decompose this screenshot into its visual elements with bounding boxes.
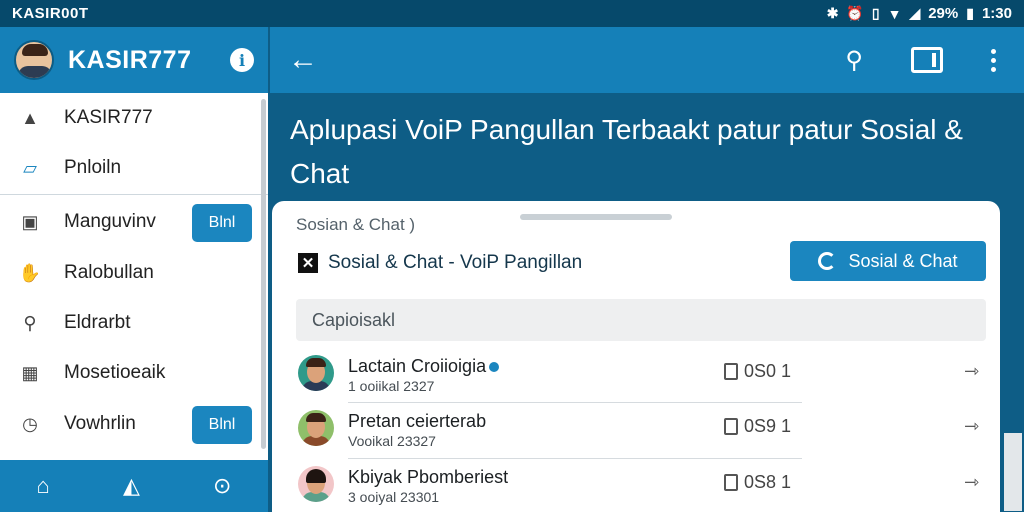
- drawer-item-kasir777[interactable]: ▲ KASIR777: [0, 93, 268, 143]
- breadcrumb[interactable]: Sosian & Chat ): [296, 215, 415, 235]
- drawer-badge-button[interactable]: Blnl: [192, 204, 252, 242]
- drawer-item-label: Ralobullan: [64, 262, 154, 283]
- divider: [348, 402, 802, 403]
- carrier-label: KASIR00T: [12, 5, 89, 22]
- drawer-item-manguvinv[interactable]: ▣ Manguvinv Blnl: [0, 196, 268, 248]
- bag-icon: ▲: [21, 107, 39, 128]
- battery-icon: ▮: [966, 5, 974, 21]
- drawer-item-label: Eldrarbt: [64, 312, 131, 333]
- drawer-title: KASIR777: [68, 45, 192, 74]
- more-vert-icon[interactable]: [991, 48, 996, 72]
- card-subtitle-text: Sosial & Chat - VoiP Pangillan: [328, 252, 583, 273]
- forward-icon[interactable]: ⇾: [964, 361, 979, 382]
- list-item-subtitle: 1 ooiikal 2327: [348, 378, 435, 394]
- page-headline: Aplupasi VoiP Pangullan Terbaakt patur p…: [290, 114, 963, 189]
- divider: [0, 194, 268, 195]
- clock-time: 1:30: [981, 5, 1012, 22]
- app-bar: ← ⚲: [270, 27, 1024, 93]
- search-input[interactable]: [296, 299, 986, 341]
- drag-handle[interactable]: [520, 214, 672, 220]
- forward-icon[interactable]: ⇾: [964, 416, 979, 437]
- drawer-item-label: KASIR777: [64, 107, 153, 128]
- online-status-icon: [489, 362, 500, 373]
- clock-icon: ◷: [22, 413, 38, 434]
- avatar: [298, 355, 334, 391]
- cast-icon[interactable]: [911, 47, 943, 73]
- drawer-scrollbar[interactable]: [261, 99, 266, 449]
- drawer-item-eldrarbt[interactable]: ⚲ Eldrarbt: [0, 298, 268, 348]
- list-item-status: 0S9 1: [724, 416, 791, 437]
- drawer-item-ralobullan[interactable]: ✋ Ralobullan: [0, 248, 268, 298]
- forward-icon[interactable]: ⇾: [964, 472, 979, 493]
- drawer-item-mosetioeaik[interactable]: ▦ Mosetioeaik: [0, 348, 268, 398]
- list-item-name: Kbiyak Pbomberiest: [348, 467, 509, 487]
- scrollbar[interactable]: [1004, 433, 1022, 511]
- drawer-item-vowhrlin[interactable]: ◷ Vowhrlin Blnl: [0, 398, 268, 450]
- avatar: [298, 466, 334, 502]
- avatar[interactable]: [14, 40, 54, 80]
- list-item-name: Pretan ceierterab: [348, 411, 487, 431]
- list-item-subtitle: 3 ooiyal 23301: [348, 489, 440, 505]
- list-item[interactable]: Pretan ceierterab Vooikal 23327 0S9 1 ⇾: [296, 404, 996, 458]
- battery-percent: 29%: [928, 5, 959, 22]
- clipboard-icon: [724, 363, 738, 380]
- calculator-icon: ▦: [21, 362, 39, 383]
- social-chat-button[interactable]: Sosial & Chat: [790, 241, 986, 281]
- bluetooth-icon: ✱: [826, 5, 839, 21]
- navigation-drawer: KASIR777 i ▲ KASIR777 ▱ Pnloiln ▣ Manguv…: [0, 27, 268, 512]
- home-icon[interactable]: ⌂: [37, 473, 50, 499]
- background-strip: [1000, 93, 1024, 512]
- signal-icon: ◢: [909, 5, 921, 21]
- drawer-menu: ▲ KASIR777 ▱ Pnloiln ▣ Manguvinv Blnl ✋ …: [0, 93, 268, 450]
- search-icon: ⚲: [23, 312, 37, 333]
- refresh-icon: [818, 252, 837, 270]
- avatar: [298, 410, 334, 446]
- list-item-status: 0S8 1: [724, 472, 791, 493]
- card-subtitle: ✕ Sosial & Chat - VoiP Pangillan: [298, 252, 582, 274]
- list-item-status: 0S0 1: [724, 361, 791, 382]
- status-bar: KASIR00T ✱ ⏰ ▯ ▼ ◢ 29% ▮ 1:30: [0, 0, 1024, 27]
- drawer-badge-button[interactable]: Blnl: [192, 406, 252, 444]
- list-item[interactable]: Kbiyak Pbomberiest 3 ooiyal 23301 0S8 1 …: [296, 460, 996, 512]
- list-item-name: Lactain Croiioigia: [348, 356, 500, 377]
- drawer-item-label: Pnloiln: [64, 157, 122, 178]
- drawer-bottom-nav: ⌂ ◭ ⊙: [0, 460, 268, 512]
- location-icon[interactable]: ⊙: [213, 473, 231, 499]
- drawer-header: KASIR777 i: [0, 27, 268, 93]
- drawer-item-label: Mosetioeaik: [64, 362, 166, 383]
- social-chat-button-label: Sosial & Chat: [848, 250, 958, 271]
- content-card: Sosian & Chat ) ✕ Sosial & Chat - VoiP P…: [272, 201, 1000, 512]
- drawer-item-pnloiln[interactable]: ▱ Pnloiln: [0, 143, 268, 193]
- back-arrow-icon[interactable]: ←: [288, 43, 318, 77]
- tools-icon[interactable]: ◭: [123, 473, 140, 499]
- clipboard-icon: [724, 474, 738, 491]
- list-item[interactable]: Lactain Croiioigia 1 ooiikal 2327 0S0 1 …: [296, 349, 996, 403]
- search-icon[interactable]: ⚲: [845, 46, 863, 75]
- hand-icon: ✋: [18, 262, 42, 283]
- list-item-subtitle: Vooikal 23327: [348, 433, 436, 449]
- clipboard-icon: [724, 418, 738, 435]
- calendar-icon: ▣: [21, 211, 39, 232]
- chat-icon: ▱: [23, 157, 37, 178]
- info-icon[interactable]: i: [230, 48, 254, 72]
- vibrate-icon: ▯: [871, 5, 880, 21]
- x-logo-icon: ✕: [298, 253, 318, 273]
- wifi-icon: ▼: [887, 5, 902, 22]
- divider: [348, 458, 802, 459]
- alarm-icon: ⏰: [846, 5, 864, 21]
- drawer-item-label: Manguvinv: [64, 211, 156, 232]
- drawer-item-label: Vowhrlin: [64, 413, 136, 434]
